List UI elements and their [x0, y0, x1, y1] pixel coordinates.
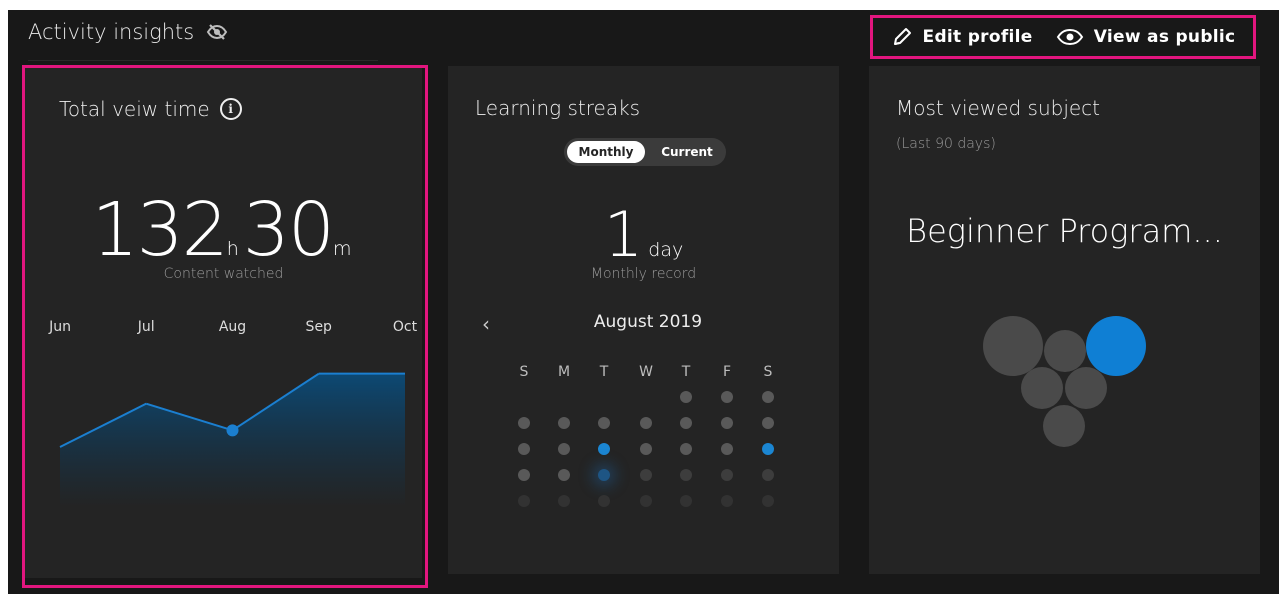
calendar-day-23[interactable]: [721, 469, 733, 481]
learning-streaks-card: Learning streaks Monthly Current 1 day M…: [448, 66, 839, 574]
subject-bubble: [1043, 405, 1085, 447]
calendar-day-29[interactable]: [680, 495, 692, 507]
calendar-day-11[interactable]: [518, 443, 530, 455]
calendar-day-15[interactable]: [680, 443, 692, 455]
view-as-public-button[interactable]: View as public: [1056, 27, 1236, 47]
streak-value: 1 day: [448, 198, 839, 271]
header-divider: [28, 60, 378, 61]
subject-title: Most viewed subject: [896, 96, 1100, 120]
subject-name: Beginner Program...: [906, 212, 1223, 250]
subject-bubble: [1065, 367, 1107, 409]
chart-point-aug[interactable]: [226, 424, 239, 437]
weekday-label: F: [722, 364, 732, 380]
eye-off-icon[interactable]: [206, 23, 228, 41]
calendar-day-31[interactable]: [762, 495, 774, 507]
calendar-day-24[interactable]: [762, 469, 774, 481]
calendar-day-20[interactable]: [598, 469, 610, 481]
weekday-label: T: [599, 364, 609, 380]
total-view-time-card: Total veiw time i 132h30m Content watche…: [25, 67, 422, 578]
streak-count: 1: [603, 198, 644, 271]
calendar-day-21[interactable]: [640, 469, 652, 481]
calendar-day-17[interactable]: [762, 443, 774, 455]
calendar-day-6[interactable]: [598, 417, 610, 429]
edit-profile-label: Edit profile: [922, 27, 1033, 47]
weekday-label: W: [639, 364, 653, 380]
calendar-day-28[interactable]: [640, 495, 652, 507]
calendar-day-12[interactable]: [558, 443, 570, 455]
calendar-day-25[interactable]: [518, 495, 530, 507]
chart-area-fill: [60, 373, 405, 507]
subject-title-label: Most viewed subject: [896, 96, 1101, 120]
streaks-title: Learning streaks: [475, 96, 640, 120]
calendar-day-16[interactable]: [721, 443, 733, 455]
calendar-day-3[interactable]: [762, 391, 774, 403]
toggle-current[interactable]: Current: [648, 145, 726, 159]
calendar-day-2[interactable]: [721, 391, 733, 403]
calendar-day-10[interactable]: [762, 417, 774, 429]
calendar-day-18[interactable]: [518, 469, 530, 481]
weekday-label: S: [519, 364, 529, 380]
calendar-day-7[interactable]: [640, 417, 652, 429]
weekday-label: S: [763, 364, 773, 380]
calendar-day-1[interactable]: [680, 391, 692, 403]
view-as-public-label: View as public: [1093, 27, 1236, 47]
streaks-title-label: Learning streaks: [475, 96, 641, 120]
monthly-record-label: Monthly record: [590, 266, 697, 282]
streak-mode-toggle: Monthly Current: [564, 138, 726, 166]
section-title: Activity insights: [28, 20, 195, 44]
calendar-day-8[interactable]: [680, 417, 692, 429]
pencil-icon: [891, 26, 913, 48]
toggle-monthly[interactable]: Monthly: [567, 141, 645, 163]
calendar-day-14[interactable]: [640, 443, 652, 455]
calendar-day-5[interactable]: [558, 417, 570, 429]
subject-bubble: [983, 316, 1043, 376]
calendar-month-label: August 2019: [593, 312, 703, 332]
eye-icon: [1056, 27, 1084, 47]
activity-insights-panel: Activity insights Edit profile View as p…: [8, 10, 1279, 594]
calendar-day-27[interactable]: [598, 495, 610, 507]
weekday-label: M: [557, 364, 571, 380]
calendar-day-22[interactable]: [680, 469, 692, 481]
calendar-day-26[interactable]: [558, 495, 570, 507]
subject-bubble: [1021, 367, 1063, 409]
calendar-day-30[interactable]: [721, 495, 733, 507]
view-time-chart: [59, 372, 405, 507]
most-viewed-subject-card: Most viewed subject (Last 90 days) Begin…: [869, 66, 1260, 574]
streak-unit: day: [648, 239, 684, 261]
edit-profile-button[interactable]: Edit profile: [891, 26, 1033, 48]
calendar-header: ‹ August 2019: [478, 312, 818, 342]
profile-actions: Edit profile View as public: [870, 15, 1256, 59]
section-header: Activity insights: [28, 20, 378, 61]
subject-bubble-top: [1086, 316, 1146, 376]
subject-bubble: [1044, 330, 1086, 372]
calendar-day-9[interactable]: [721, 417, 733, 429]
calendar-day-4[interactable]: [518, 417, 530, 429]
calendar-day-19[interactable]: [558, 469, 570, 481]
calendar-day-13[interactable]: [598, 443, 610, 455]
subject-period: (Last 90 days): [896, 136, 996, 152]
weekday-label: T: [681, 364, 691, 380]
